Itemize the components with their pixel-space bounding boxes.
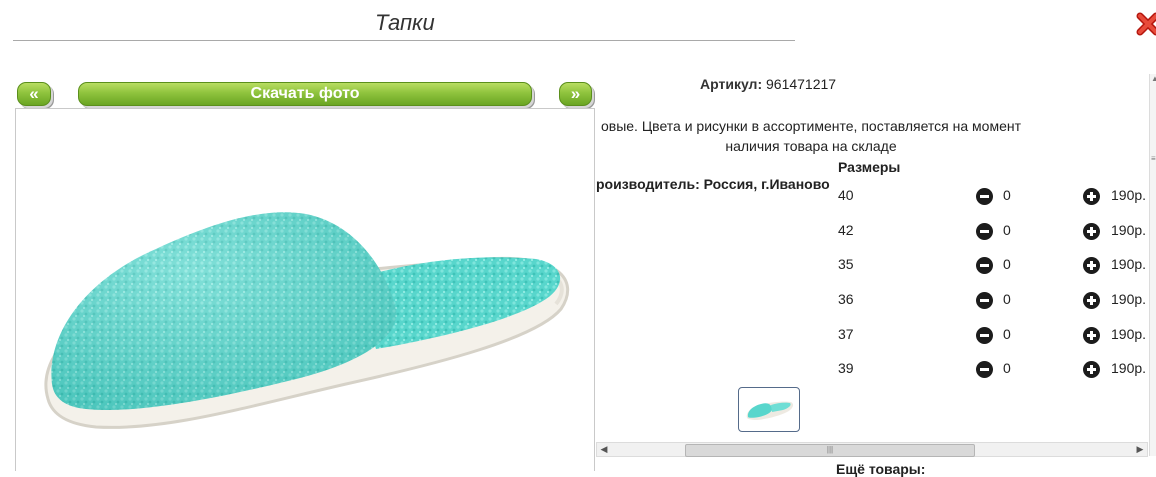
plus-icon[interactable] (1083, 223, 1100, 240)
size-value: 39 (838, 360, 854, 376)
more-products-heading: Ещё товары: (836, 461, 926, 477)
minus-icon[interactable] (976, 327, 993, 344)
producer-info: роизводитель: Россия, г.Иваново (596, 176, 830, 192)
slipper-thumbnail-icon (746, 401, 794, 420)
plus-icon[interactable] (1083, 361, 1100, 378)
quantity-value: 0 (1003, 291, 1011, 307)
plus-icon[interactable] (1083, 292, 1100, 309)
minus-icon[interactable] (976, 257, 993, 274)
minus-icon[interactable] (976, 223, 993, 240)
slipper-photo-icon (44, 212, 570, 429)
close-icon[interactable] (1136, 10, 1156, 44)
quantity-value: 0 (1003, 326, 1011, 342)
size-value: 40 (838, 187, 854, 203)
size-value: 35 (838, 256, 854, 272)
price-value: 190р. (1111, 256, 1147, 272)
horizontal-scrollbar[interactable]: ◀ ||| ▶ (596, 442, 1148, 457)
price-value: 190р. (1111, 222, 1147, 238)
title-divider (13, 40, 795, 41)
minus-icon[interactable] (976, 292, 993, 309)
article-number: Артикул: 961471217 (700, 76, 836, 92)
price-value: 190р. (1111, 360, 1147, 376)
article-label: Артикул: (700, 76, 763, 92)
size-value: 36 (838, 291, 854, 307)
price-value: 190р. (1111, 291, 1147, 307)
plus-icon[interactable] (1083, 327, 1100, 344)
size-value: 37 (838, 326, 854, 342)
scroll-right-icon[interactable]: ▶ (1133, 443, 1147, 456)
next-photo-button[interactable]: » (559, 82, 592, 106)
plus-icon[interactable] (1083, 257, 1100, 274)
description-line-2: наличия товара на складе (725, 138, 897, 154)
photo-thumbnail[interactable] (738, 387, 800, 432)
price-value: 190р. (1111, 187, 1147, 203)
product-photo (15, 108, 595, 471)
prev-photo-button[interactable]: « (17, 82, 51, 106)
sizes-header: Размеры (838, 159, 901, 175)
scroll-up-icon[interactable]: ▲ (1151, 74, 1156, 83)
product-description: овые. Цвета и рисунки в ассортименте, по… (596, 116, 1026, 156)
price-value: 190р. (1111, 326, 1147, 342)
quantity-value: 0 (1003, 360, 1011, 376)
scrollbar-thumb[interactable]: ||| (685, 444, 975, 457)
dialog-title: Тапки (375, 10, 435, 35)
minus-icon[interactable] (976, 361, 993, 378)
article-value: 961471217 (766, 76, 837, 92)
quantity-value: 0 (1003, 222, 1011, 238)
quantity-value: 0 (1003, 256, 1011, 272)
download-photo-button[interactable]: Скачать фото (78, 82, 532, 106)
quantity-value: 0 (1003, 187, 1011, 203)
scroll-grip-icon[interactable]: ≡ (1151, 154, 1156, 163)
minus-icon[interactable] (976, 188, 993, 205)
plus-icon[interactable] (1083, 188, 1100, 205)
vertical-scrollbar[interactable]: ▲ ≡ (1149, 74, 1156, 456)
description-line-1: овые. Цвета и рисунки в ассортименте, по… (600, 118, 1022, 134)
scroll-left-icon[interactable]: ◀ (597, 443, 611, 456)
size-value: 42 (838, 222, 854, 238)
